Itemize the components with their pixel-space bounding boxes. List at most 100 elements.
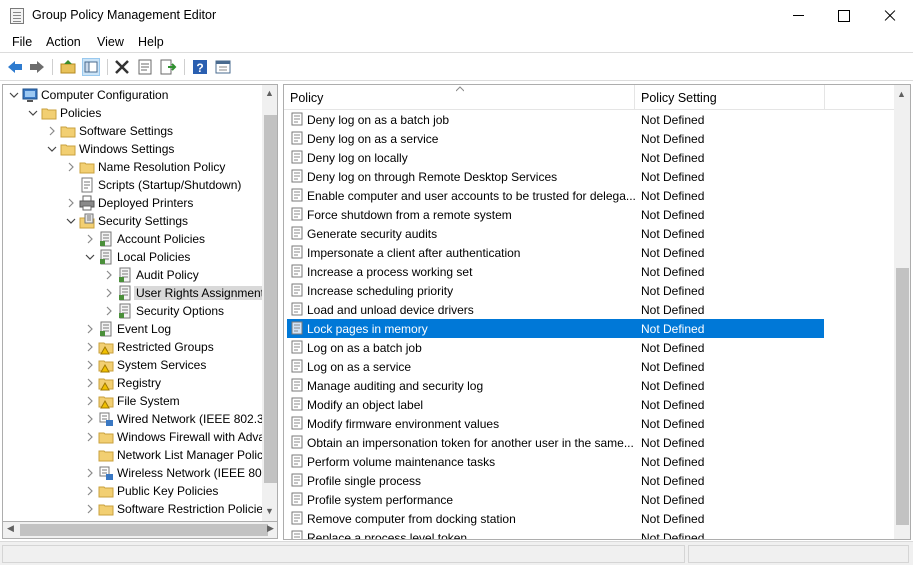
- policy-row[interactable]: Load and unload device drivers Not Define…: [287, 300, 824, 319]
- help-icon[interactable]: ?: [191, 58, 209, 76]
- chevron-right-icon[interactable]: [85, 395, 95, 406]
- tree-item[interactable]: System Services: [3, 356, 261, 374]
- policy-row[interactable]: Deny log on as a service Not Defined: [287, 129, 824, 148]
- chevron-right-icon[interactable]: [85, 503, 95, 514]
- minimize-button[interactable]: [775, 0, 821, 31]
- policy-row[interactable]: Deny log on through Remote Desktop Servi…: [287, 167, 824, 186]
- menu-view[interactable]: View: [97, 35, 124, 49]
- filter-icon[interactable]: [214, 58, 232, 76]
- properties-icon[interactable]: [136, 58, 154, 76]
- policy-row[interactable]: Profile system performance Not Defined: [287, 490, 824, 509]
- chevron-right-icon[interactable]: [85, 359, 95, 370]
- tree-item[interactable]: Wired Network (IEEE 802.3) Policies: [3, 410, 277, 428]
- tree-item[interactable]: Audit Policy: [3, 266, 261, 284]
- column-divider[interactable]: [634, 85, 635, 110]
- scroll-thumb[interactable]: [20, 524, 268, 536]
- menu-action[interactable]: Action: [46, 35, 81, 49]
- scroll-up-arrow-icon[interactable]: ▲: [265, 88, 274, 98]
- policy-row[interactable]: Manage auditing and security log Not Defi…: [287, 376, 824, 395]
- chevron-down-icon[interactable]: [28, 107, 38, 117]
- column-header-policy[interactable]: Policy: [290, 91, 323, 105]
- tree-item[interactable]: Name Resolution Policy: [3, 158, 261, 176]
- tree-item[interactable]: File System: [3, 392, 261, 410]
- policy-row[interactable]: Perform volume maintenance tasks Not Defi…: [287, 452, 824, 471]
- delete-icon[interactable]: [113, 58, 131, 76]
- list-vertical-scrollbar[interactable]: ▲: [894, 85, 910, 539]
- policy-row[interactable]: Obtain an impersonation token for anothe…: [287, 433, 824, 452]
- maximize-button[interactable]: [821, 0, 867, 31]
- scroll-thumb[interactable]: [264, 115, 277, 483]
- chevron-down-icon[interactable]: [9, 89, 19, 99]
- chevron-right-icon[interactable]: [85, 413, 95, 424]
- policy-row[interactable]: Impersonate a client after authenticatio…: [287, 243, 824, 262]
- tree-item[interactable]: Event Log: [3, 320, 261, 338]
- policy-row[interactable]: Deny log on as a batch job Not Defined: [287, 110, 824, 129]
- tree-item[interactable]: Software Settings: [3, 122, 261, 140]
- chevron-right-icon[interactable]: [85, 485, 95, 496]
- tree-item[interactable]: Restricted Groups: [3, 338, 261, 356]
- policy-row[interactable]: Enable computer and user accounts to be …: [287, 186, 824, 205]
- scroll-up-arrow-icon[interactable]: ▲: [897, 89, 906, 99]
- tree-item[interactable]: Policies: [3, 104, 261, 122]
- close-button[interactable]: [867, 0, 913, 31]
- tree-vertical-scrollbar[interactable]: ▲ ▼: [262, 85, 277, 521]
- policy-row[interactable]: Deny log on locally Not Defined: [287, 148, 824, 167]
- policy-row[interactable]: Remove computer from docking station Not …: [287, 509, 824, 528]
- tree-item[interactable]: Windows Firewall with Advanced Security: [3, 428, 277, 446]
- tree-item[interactable]: Local Policies: [3, 248, 261, 266]
- chevron-right-icon[interactable]: [66, 197, 76, 208]
- policy-row[interactable]: Increase scheduling priority Not Defined: [287, 281, 824, 300]
- chevron-right-icon[interactable]: [104, 305, 114, 316]
- chevron-right-icon[interactable]: [85, 377, 95, 388]
- tree-item[interactable]: Scripts (Startup/Shutdown): [3, 176, 261, 194]
- tree-item[interactable]: Security Options: [3, 302, 261, 320]
- tree-item[interactable]: Windows Settings: [3, 140, 261, 158]
- chevron-right-icon[interactable]: [104, 269, 114, 280]
- column-divider[interactable]: [824, 85, 825, 110]
- show-hide-tree-icon[interactable]: [82, 58, 100, 76]
- menu-help[interactable]: Help: [138, 35, 164, 49]
- chevron-right-icon[interactable]: [66, 161, 76, 172]
- up-folder-icon[interactable]: [59, 58, 77, 76]
- policy-row[interactable]: Generate security audits Not Defined: [287, 224, 824, 243]
- forward-icon[interactable]: [28, 58, 46, 76]
- chevron-right-icon[interactable]: [85, 341, 95, 352]
- tree-item[interactable]: Wireless Network (IEEE 802.11) Policies: [3, 464, 277, 482]
- chevron-down-icon[interactable]: [47, 143, 57, 153]
- menu-file[interactable]: File: [12, 35, 32, 49]
- tree-item[interactable]: Software Restriction Policies: [3, 500, 269, 518]
- policy-row[interactable]: Profile single process Not Defined: [287, 471, 824, 490]
- policy-row[interactable]: Replace a process level token Not Defined: [287, 528, 824, 539]
- scroll-down-arrow-icon[interactable]: ▼: [265, 506, 274, 516]
- tree-item[interactable]: Account Policies: [3, 230, 261, 248]
- policy-row[interactable]: Modify firmware environment values Not De…: [287, 414, 824, 433]
- tree-item[interactable]: Registry: [3, 374, 261, 392]
- scroll-thumb[interactable]: [896, 268, 909, 525]
- chevron-right-icon[interactable]: [104, 287, 114, 298]
- policy-row[interactable]: Force shutdown from a remote system Not D…: [287, 205, 824, 224]
- tree-item[interactable]: Deployed Printers: [3, 194, 261, 212]
- policy-row[interactable]: Modify an object label Not Defined: [287, 395, 824, 414]
- chevron-right-icon[interactable]: [47, 125, 57, 136]
- scroll-right-arrow-icon[interactable]: ▶: [267, 523, 274, 534]
- tree-item[interactable]: User Rights Assignment: [3, 284, 267, 302]
- policy-row[interactable]: Lock pages in memory Not Defined: [287, 319, 824, 338]
- chevron-right-icon[interactable]: [85, 467, 95, 478]
- scroll-left-arrow-icon[interactable]: ◀: [7, 523, 14, 534]
- tree-item[interactable]: Network List Manager Policies: [3, 446, 277, 464]
- chevron-right-icon[interactable]: [85, 323, 95, 334]
- navigation-tree[interactable]: Computer Configuration Policies Software S…: [2, 84, 278, 522]
- column-header-policy-setting[interactable]: Policy Setting: [641, 91, 717, 105]
- chevron-down-icon[interactable]: [66, 215, 76, 225]
- tree-item[interactable]: Security Settings: [3, 212, 261, 230]
- policy-list[interactable]: Policy Policy Setting ▲ Deny log on as a…: [283, 84, 911, 540]
- export-icon[interactable]: [159, 58, 177, 76]
- chevron-right-icon[interactable]: [85, 233, 95, 244]
- policy-row[interactable]: Log on as a batch job Not Defined: [287, 338, 824, 357]
- chevron-right-icon[interactable]: [85, 431, 95, 442]
- tree-item[interactable]: Computer Configuration: [3, 86, 261, 104]
- policy-row[interactable]: Increase a process working set Not Define…: [287, 262, 824, 281]
- tree-item[interactable]: Public Key Policies: [3, 482, 261, 500]
- policy-row[interactable]: Log on as a service Not Defined: [287, 357, 824, 376]
- chevron-down-icon[interactable]: [85, 251, 95, 261]
